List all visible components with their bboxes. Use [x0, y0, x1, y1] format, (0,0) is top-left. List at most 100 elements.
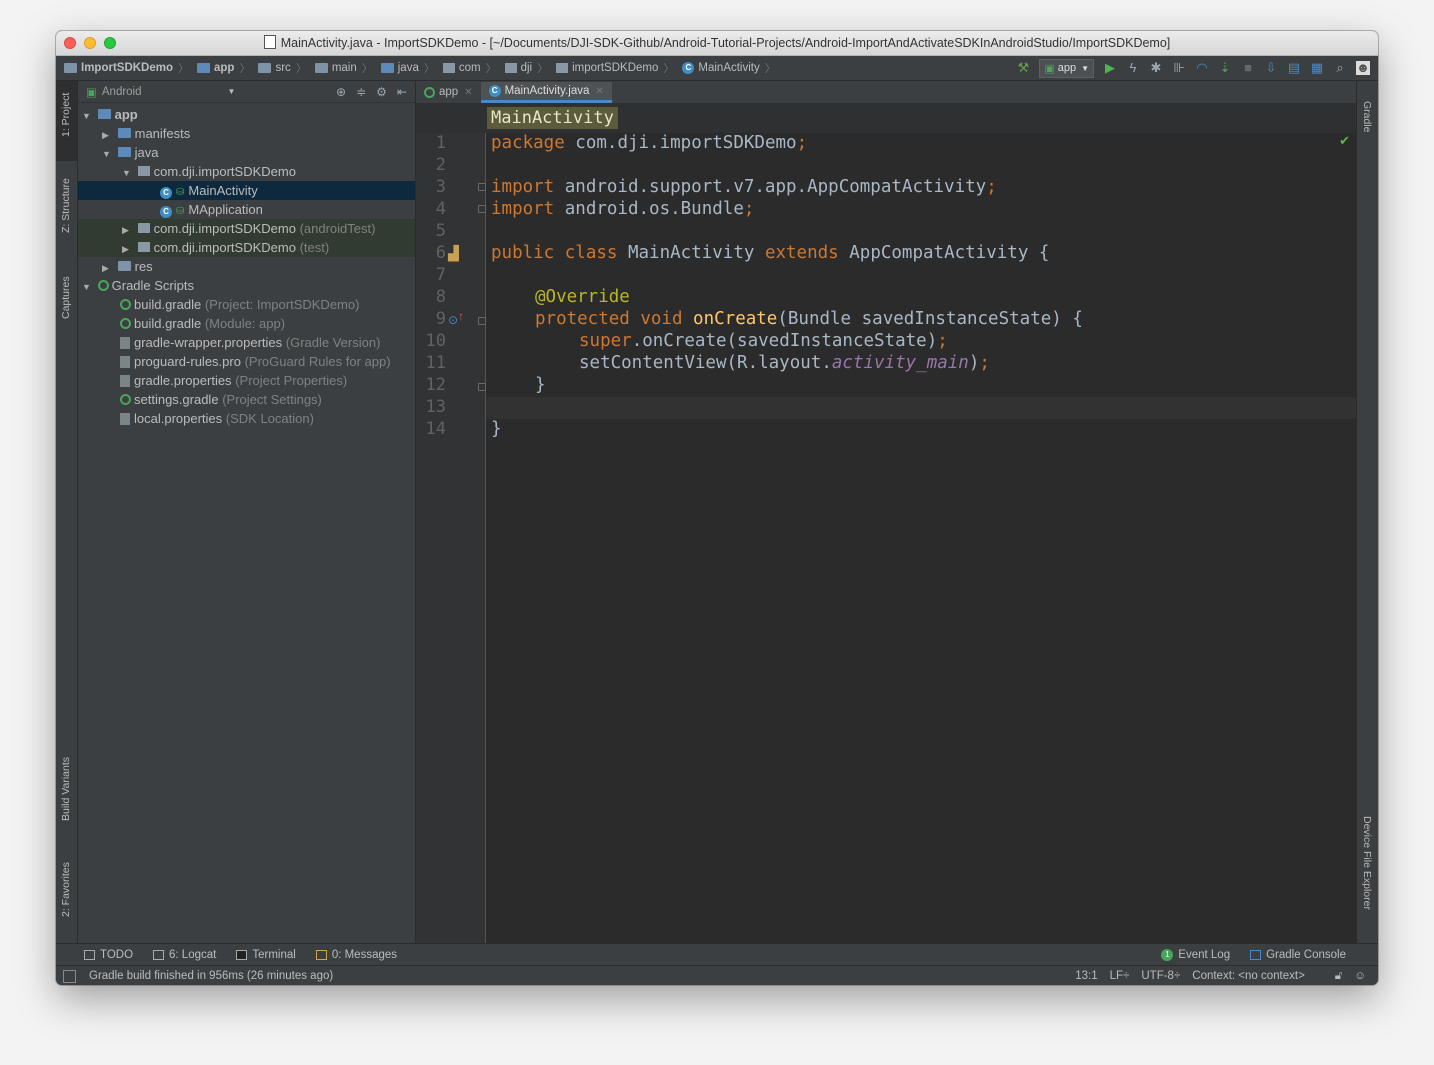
nav-crumb-project[interactable]: ImportSDKDemo 〉	[56, 60, 189, 76]
console-icon	[1250, 950, 1262, 960]
minimize-window-button[interactable]	[84, 37, 96, 49]
tree-item-app[interactable]: ▼ app	[78, 105, 415, 124]
nav-crumb-main[interactable]: main 〉	[307, 60, 373, 76]
search-icon[interactable]: ⌕	[1333, 61, 1347, 75]
hector-icon[interactable]: ☺︎	[1354, 970, 1366, 982]
lock-icon[interactable]: 🔓︎	[1335, 970, 1342, 983]
status-message[interactable]: Gradle build finished in 956ms (26 minut…	[89, 970, 333, 982]
tab-gradle-console[interactable]: Gradle Console	[1250, 949, 1346, 961]
fold-icon[interactable]	[478, 317, 486, 325]
tab-app[interactable]: app ✕	[416, 82, 481, 103]
profile-icon[interactable]: ◠	[1195, 61, 1209, 75]
tree-item-proguard[interactable]: proguard-rules.pro (ProGuard Rules for a…	[78, 352, 415, 371]
file-encoding[interactable]: UTF-8÷	[1141, 970, 1180, 982]
attach-process-icon[interactable]: ⇣	[1218, 61, 1232, 75]
tab-messages[interactable]: 0: Messages	[315, 949, 397, 961]
tree-item-gradle-scripts[interactable]: ▼ Gradle Scripts	[78, 276, 415, 295]
maximize-window-button[interactable]	[104, 37, 116, 49]
class-icon: C	[160, 187, 172, 199]
editor-breadcrumb[interactable]: MainActivity	[487, 107, 618, 129]
event-log-icon: 1	[1161, 949, 1174, 961]
toggle-tool-windows-icon[interactable]	[63, 969, 76, 983]
run-icon[interactable]: ▶	[1103, 61, 1117, 75]
tree-item-package[interactable]: ▼ com.dji.importSDKDemo	[78, 162, 415, 181]
user-icon[interactable]: ☻	[1356, 61, 1370, 75]
tree-item-gradle-properties[interactable]: gradle.properties (Project Properties)	[78, 371, 415, 390]
tab-favorites[interactable]: 2: Favorites	[56, 851, 77, 941]
close-icon[interactable]: ✕	[595, 81, 603, 102]
line-number: 10	[425, 331, 446, 351]
tree-item-mapplication[interactable]: C ⛁ MApplication	[78, 200, 415, 219]
gear-icon[interactable]: ⚙	[376, 85, 387, 99]
avd-manager-icon[interactable]: ▤	[1287, 61, 1301, 75]
nav-crumb-app[interactable]: app 〉	[189, 60, 250, 76]
line-separator[interactable]: LF÷	[1110, 970, 1130, 982]
make-project-hammer-icon[interactable]: ⚒	[1016, 61, 1030, 75]
code-editor[interactable]: package com.dji.importSDKDemo; import an…	[486, 133, 1356, 943]
tab-terminal[interactable]: Terminal	[236, 949, 296, 961]
fold-icon[interactable]	[478, 183, 486, 191]
fold-icon[interactable]	[478, 383, 486, 391]
chevron-right-icon: 〉	[423, 63, 435, 75]
todo-icon	[84, 950, 95, 960]
chevron-down-icon[interactable]: ▼	[228, 87, 236, 96]
nav-crumb-src[interactable]: src 〉	[250, 60, 307, 76]
caret-position[interactable]: 13:1	[1075, 970, 1097, 982]
context-indicator[interactable]: Context: <no context>	[1192, 970, 1305, 982]
debug-icon[interactable]: ✱	[1149, 61, 1163, 75]
tree-item-res[interactable]: ▶ res	[78, 257, 415, 276]
tab-gradle[interactable]: Gradle	[1357, 91, 1378, 151]
tab-captures[interactable]: Captures	[56, 271, 77, 341]
tree-item-gradle-wrapper[interactable]: gradle-wrapper.properties (Gradle Versio…	[78, 333, 415, 352]
close-window-button[interactable]	[64, 37, 76, 49]
tree-item-android-test[interactable]: ▶ com.dji.importSDKDemo (androidTest)	[78, 219, 415, 238]
chevron-right-icon: 〉	[485, 63, 497, 75]
tab-todo[interactable]: TODO	[84, 949, 133, 961]
tab-build-variants[interactable]: Build Variants	[56, 741, 77, 841]
tab-structure[interactable]: Z: Structure	[56, 171, 77, 251]
tab-device-file-explorer[interactable]: Device File Explorer	[1357, 811, 1378, 941]
tree-item-manifests[interactable]: ▶ manifests	[78, 124, 415, 143]
layout-file-icon[interactable]: ▟	[448, 245, 459, 262]
attach-debugger-icon[interactable]: ⊪	[1172, 61, 1186, 75]
bottom-tool-bar: TODO 6: Logcat Terminal 0: Messages 1 Eve…	[56, 943, 1378, 966]
tree-item-test[interactable]: ▶ com.dji.importSDKDemo (test)	[78, 238, 415, 257]
tree-item-local-properties[interactable]: local.properties (SDK Location)	[78, 409, 415, 428]
fold-icon[interactable]	[478, 205, 486, 213]
stop-icon[interactable]: ■	[1241, 61, 1255, 75]
nav-crumb-dji[interactable]: dji 〉	[497, 60, 549, 76]
hide-panel-icon[interactable]: ⇤	[397, 85, 407, 99]
run-configuration-select[interactable]: ▣ app ▼	[1039, 58, 1094, 78]
tab-event-log[interactable]: 1 Event Log	[1161, 949, 1230, 961]
class-icon: C	[682, 62, 695, 74]
tree-item-mainactivity[interactable]: C ⛁ MainActivity	[78, 181, 415, 200]
line-number: 4	[435, 199, 446, 219]
nav-crumb-importsdkdemo[interactable]: importSDKDemo 〉	[548, 60, 674, 76]
ide-window: MainActivity.java - ImportSDKDemo - [~/D…	[56, 31, 1378, 985]
nav-crumb-mainactivity[interactable]: C MainActivity 〉	[674, 60, 776, 76]
tree-item-build-gradle-module[interactable]: build.gradle (Module: app)	[78, 314, 415, 333]
override-method-icon[interactable]: ⊙	[448, 313, 458, 327]
tab-project[interactable]: 1: Project	[56, 81, 77, 161]
project-structure-icon[interactable]: ▦	[1310, 61, 1324, 75]
nav-crumb-com[interactable]: com 〉	[435, 60, 497, 76]
tab-mainactivity-java[interactable]: C MainActivity.java ✕	[480, 81, 612, 103]
tree-item-java[interactable]: ▼ java	[78, 143, 415, 162]
arrow-up-icon: ↑	[458, 309, 464, 323]
window-title: MainActivity.java - ImportSDKDemo - [~/D…	[280, 36, 1171, 50]
scroll-from-source-icon[interactable]: ⊕	[336, 85, 346, 99]
project-view-select[interactable]: Android	[102, 86, 142, 98]
apply-changes-icon[interactable]: ϟ	[1126, 61, 1140, 75]
tree-item-settings-gradle[interactable]: settings.gradle (Project Settings)	[78, 390, 415, 409]
close-icon[interactable]: ✕	[464, 82, 472, 103]
package-icon	[137, 223, 150, 233]
tree-item-build-gradle-project[interactable]: build.gradle (Project: ImportSDKDemo)	[78, 295, 415, 314]
nav-crumb-java[interactable]: java 〉	[373, 60, 435, 76]
chevron-right-icon: 〉	[537, 63, 549, 75]
inspection-ok-icon[interactable]: ✔	[1339, 133, 1350, 149]
collapse-all-icon[interactable]: ≑	[356, 85, 366, 99]
sync-gradle-icon[interactable]: ⇩	[1264, 61, 1278, 75]
editor-area: app ✕ C MainActivity.java ✕ MainActivity 1 …	[416, 81, 1356, 943]
android-icon: ▣	[86, 86, 97, 99]
tab-logcat[interactable]: 6: Logcat	[153, 949, 216, 961]
